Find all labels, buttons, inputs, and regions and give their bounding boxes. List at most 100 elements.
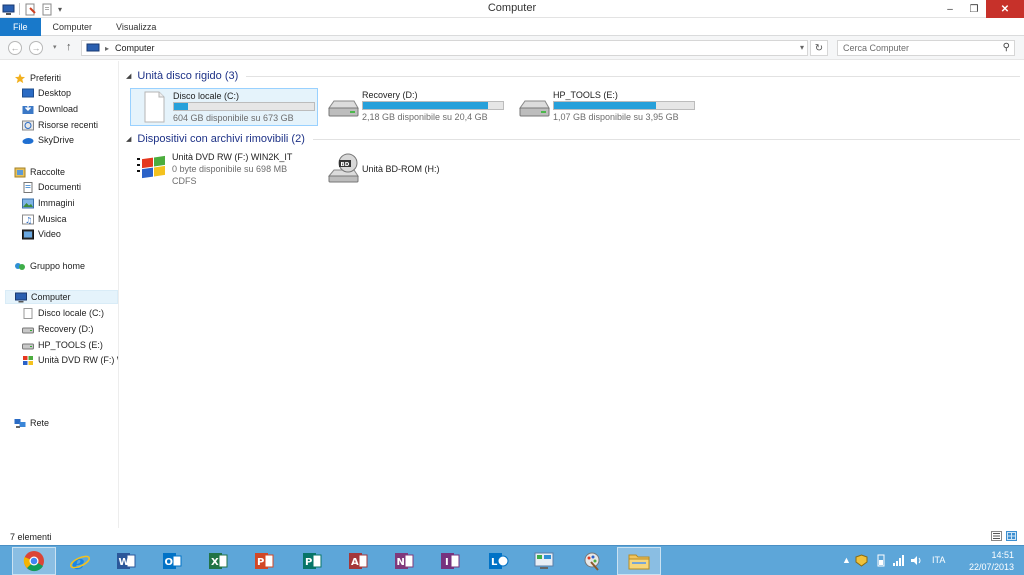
- nav-drive-d[interactable]: Recovery (D:): [22, 322, 94, 336]
- capacity-fill: [554, 102, 657, 109]
- volume-icon[interactable]: [910, 554, 923, 567]
- nav-item-desktop[interactable]: Desktop: [22, 86, 71, 100]
- nav-drive-e[interactable]: HP_TOOLS (E:): [22, 338, 103, 352]
- action-center-icon[interactable]: [855, 554, 868, 567]
- drive-c-icon: [144, 91, 165, 123]
- recent-locations-icon[interactable]: ▾: [53, 43, 57, 51]
- up-button[interactable]: ↑: [66, 41, 72, 53]
- breadcrumb-computer[interactable]: Computer: [115, 43, 155, 53]
- close-button[interactable]: ✕: [986, 0, 1024, 18]
- svg-text:BD: BD: [341, 162, 350, 168]
- file-explorer-icon[interactable]: [617, 547, 661, 575]
- nav-computer[interactable]: Computer: [5, 290, 118, 304]
- group-removable[interactable]: ◢ Dispositivi con archivi rimovibili (2): [123, 132, 1020, 146]
- forward-button[interactable]: →: [29, 41, 43, 55]
- nav-network[interactable]: Rete: [14, 416, 49, 430]
- large-icons-view-icon[interactable]: [1006, 531, 1017, 541]
- nav-item-documents[interactable]: Documenti: [22, 180, 81, 194]
- onenote-icon[interactable]: N: [382, 547, 426, 575]
- refresh-button[interactable]: ↻: [810, 40, 828, 56]
- nav-drive-f[interactable]: Unità DVD RW (F:) W: [22, 353, 118, 367]
- nav-item-skydrive[interactable]: SkyDrive: [22, 133, 74, 147]
- network-icon: [14, 418, 26, 428]
- hard-drive-icon: [22, 327, 34, 333]
- nav-item-label: Risorse recenti: [38, 120, 99, 130]
- nav-network-label: Rete: [30, 418, 50, 428]
- nav-favorites-label: Preferiti: [30, 73, 62, 83]
- search-input[interactable]: [838, 41, 988, 55]
- word-icon[interactable]: W: [104, 547, 148, 575]
- drive-space: 2,18 GB disponibile su 20,4 GB: [362, 112, 488, 122]
- nav-item-label: Documenti: [38, 182, 82, 192]
- chrome-icon[interactable]: [12, 547, 56, 575]
- drive-f[interactable]: Unità DVD RW (F:) WIN2K_IT 0 byte dispon…: [130, 150, 318, 198]
- nav-item-music[interactable]: ♫ Musica: [22, 212, 67, 226]
- svg-text:L: L: [491, 557, 498, 568]
- input-language[interactable]: ITA: [932, 555, 945, 565]
- window-controls: – ❐ ✕: [938, 0, 1024, 18]
- control-panel-icon[interactable]: [522, 547, 566, 575]
- nav-homegroup[interactable]: Gruppo home: [14, 259, 85, 273]
- address-bar[interactable]: ▸ Computer ▾: [81, 40, 808, 56]
- star-icon: [14, 72, 26, 83]
- drive-e[interactable]: HP_TOOLS (E:) 1,07 GB disponibile su 3,9…: [511, 88, 699, 126]
- lync-icon[interactable]: L: [476, 547, 520, 575]
- breadcrumb-chevron-icon[interactable]: ▸: [105, 44, 109, 53]
- nav-item-label: Recovery (D:): [38, 324, 94, 334]
- drive-space: 1,07 GB disponibile su 3,95 GB: [553, 112, 679, 122]
- search-icon[interactable]: ⚲: [1003, 42, 1010, 53]
- search-box: ⚲: [837, 40, 1015, 56]
- group-title: Unità disco rigido (3): [137, 70, 239, 82]
- access-icon[interactable]: A: [336, 547, 380, 575]
- capacity-fill: [363, 102, 488, 109]
- nav-drive-c[interactable]: Disco locale (C:): [22, 306, 104, 320]
- clock-date: 22/07/2013: [968, 562, 1014, 572]
- nav-item-label: Desktop: [38, 88, 72, 98]
- drive-c[interactable]: Disco locale (C:) 604 GB disponibile su …: [130, 88, 318, 126]
- video-icon: [22, 229, 34, 239]
- collapse-chevron-icon[interactable]: ◢: [126, 135, 131, 143]
- group-divider: [312, 138, 1020, 140]
- nav-item-label: SkyDrive: [38, 135, 75, 145]
- drive-c-icon: [23, 307, 33, 319]
- group-hard-drives[interactable]: ◢ Unità disco rigido (3): [123, 69, 1020, 83]
- address-history-icon[interactable]: ▾: [800, 43, 804, 52]
- windows-flag-icon: [23, 355, 33, 365]
- drive-h[interactable]: BD Unità BD-ROM (H:): [320, 150, 508, 188]
- details-view-icon[interactable]: [991, 531, 1002, 541]
- restore-button[interactable]: ❐: [962, 0, 986, 18]
- publisher-icon[interactable]: P: [290, 547, 334, 575]
- battery-icon[interactable]: [876, 554, 886, 567]
- nav-item-download[interactable]: Download: [22, 102, 78, 116]
- wifi-signal-icon[interactable]: [892, 554, 905, 567]
- skydrive-icon: [22, 137, 34, 144]
- internet-explorer-icon[interactable]: e: [58, 547, 102, 575]
- drive-d[interactable]: Recovery (D:) 2,18 GB disponibile su 20,…: [320, 88, 508, 126]
- tab-file[interactable]: File: [0, 18, 41, 36]
- back-button[interactable]: ←: [8, 41, 22, 55]
- windows-flag-icon: [137, 155, 165, 179]
- nav-favorites[interactable]: Preferiti: [14, 71, 61, 85]
- powerpoint-icon[interactable]: P: [242, 547, 286, 575]
- clock[interactable]: 14:51 22/07/2013: [969, 549, 1014, 573]
- drive-name: Recovery (D:): [362, 90, 418, 100]
- infopath-icon[interactable]: I: [428, 547, 472, 575]
- minimize-button[interactable]: –: [938, 0, 962, 18]
- nav-item-label: Disco locale (C:): [38, 308, 105, 318]
- computer-icon: [86, 43, 100, 52]
- nav-item-recent[interactable]: Risorse recenti: [22, 118, 98, 132]
- collapse-chevron-icon[interactable]: ◢: [126, 72, 131, 80]
- paint-icon[interactable]: [570, 547, 614, 575]
- tab-visualizza[interactable]: Visualizza: [104, 18, 168, 36]
- window-title: Computer: [487, 2, 537, 14]
- nav-libraries[interactable]: Raccolte: [14, 165, 65, 179]
- tab-computer[interactable]: Computer: [41, 18, 105, 36]
- nav-item-video[interactable]: Video: [22, 227, 61, 241]
- outlook-icon[interactable]: O: [150, 547, 194, 575]
- title-bar: ▾ Computer – ❐ ✕: [0, 0, 1024, 18]
- excel-icon[interactable]: X: [196, 547, 240, 575]
- svg-text:X: X: [211, 557, 219, 568]
- show-hidden-icons-icon[interactable]: ▲: [842, 555, 851, 565]
- address-row: ← → ▾ ↑ ▸ Computer ▾ ↻ ⚲: [0, 36, 1024, 60]
- nav-item-pictures[interactable]: Immagini: [22, 196, 75, 210]
